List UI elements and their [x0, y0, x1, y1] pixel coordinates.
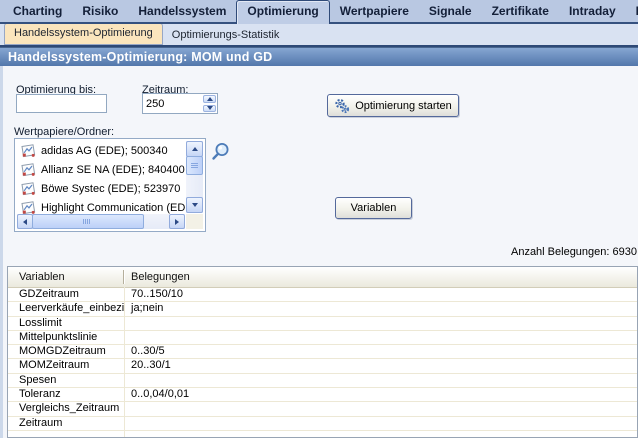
cell-variable: Vergleichs_Zeitraum	[8, 402, 124, 415]
table-row[interactable]: Mittelpunktslinie	[8, 331, 637, 345]
optimierung-bis-input[interactable]	[16, 94, 107, 113]
table-row[interactable]: GDZeitraum70..150/10	[8, 288, 637, 302]
tab-optimierung[interactable]: Optimierung	[236, 0, 329, 24]
list-item-label: Highlight Communication (EDE	[41, 202, 185, 214]
table-row[interactable]: Zeitraum	[8, 417, 637, 431]
optimierung-starten-label: Optimierung starten	[355, 100, 452, 112]
variablen-label: Variablen	[351, 202, 397, 214]
table-row[interactable]: Vergleichs_Zeitraum	[8, 402, 637, 416]
scroll-right-button[interactable]	[169, 214, 185, 229]
cell-variable: Mittelpunktslinie	[8, 331, 124, 344]
tab-intraday[interactable]: Intraday	[559, 0, 626, 22]
content-panel: Optimierung bis: Zeitraum: Optimierung s…	[0, 66, 638, 438]
main-tab-bar: Charting Risiko Handelssystem Optimierun…	[0, 0, 638, 24]
list-item-label: adidas AG (EDE); 500340	[41, 145, 168, 157]
wertpapiere-ordner-label: Wertpapiere/Ordner:	[14, 126, 114, 138]
spin-up-button[interactable]	[203, 95, 216, 103]
chart-icon	[21, 201, 36, 215]
cell-variable: MOMGDZeitraum	[8, 345, 124, 358]
cell-belegung[interactable]	[124, 417, 637, 430]
column-header-belegungen[interactable]: Belegungen	[124, 267, 637, 287]
table-row[interactable]: MOMGDZeitraum0..30/5	[8, 345, 637, 359]
cell-belegung[interactable]: 20..30/1	[124, 359, 637, 372]
subtab-optimierungs-statistik[interactable]: Optimierungs-Statistik	[163, 26, 289, 45]
tab-risiko[interactable]: Risiko	[72, 0, 128, 22]
vertical-scrollbar[interactable]	[186, 141, 203, 213]
cell-belegung[interactable]	[124, 317, 637, 330]
zeitraum-stepper	[142, 93, 218, 114]
cell-variable: GDZeitraum	[8, 288, 124, 301]
list-item[interactable]: adidas AG (EDE); 500340	[17, 141, 185, 160]
wertpapiere-listbox: adidas AG (EDE); 500340 Allianz SE NA (E…	[14, 138, 206, 232]
vertical-scroll-thumb[interactable]	[186, 156, 203, 175]
cell-belegung[interactable]: 70..150/10	[124, 288, 637, 301]
table-row[interactable]: Losslimit	[8, 317, 637, 331]
triangle-up-icon	[207, 97, 213, 101]
triangle-right-icon	[175, 219, 179, 225]
cell-variable: Toleranz	[8, 388, 124, 401]
horizontal-scrollbar[interactable]	[17, 214, 185, 229]
tab-handelssystem[interactable]: Handelssystem	[128, 0, 236, 22]
subtab-handelssystem-optimierung[interactable]: Handelssystem-Optimierung	[4, 23, 163, 45]
cell-variable: Leerverkäufe_einbeziehen	[8, 302, 124, 315]
anzahl-belegungen: Anzahl Belegungen: 6930	[511, 246, 637, 258]
cell-variable: Spesen	[8, 374, 124, 387]
list-item[interactable]: Highlight Communication (EDE	[17, 198, 185, 214]
cell-belegung[interactable]: 0..0,04/0,01	[124, 388, 637, 401]
scroll-left-button[interactable]	[17, 214, 33, 229]
app-window: Charting Risiko Handelssystem Optimierun…	[0, 0, 638, 438]
anzahl-belegungen-value: 6930	[613, 246, 637, 258]
triangle-down-icon	[192, 203, 198, 207]
tab-signale[interactable]: Signale	[419, 0, 482, 22]
sub-tab-bar: Handelssystem-Optimierung Optimierungs-S…	[0, 24, 638, 47]
list-item[interactable]: Böwe Systec (EDE); 523970	[17, 179, 185, 198]
cell-variable: Losslimit	[8, 317, 124, 330]
list-item-label: Allianz SE NA (EDE); 840400	[41, 164, 185, 176]
tab-wertpapiere[interactable]: Wertpapiere	[330, 0, 419, 22]
page-title: Handelssystem-Optimierung: MOM und GD	[0, 47, 638, 66]
list-item[interactable]: Allianz SE NA (EDE); 840400	[17, 160, 185, 179]
horizontal-scroll-thumb[interactable]	[32, 214, 144, 229]
cell-variable: Zeitraum	[8, 417, 124, 430]
variablen-button[interactable]: Variablen	[335, 197, 412, 219]
table-row[interactable]: MOMZeitraum20..30/1	[8, 359, 637, 373]
triangle-left-icon	[23, 219, 27, 225]
listbox-items: adidas AG (EDE); 500340 Allianz SE NA (E…	[17, 141, 185, 214]
variablen-table: Variablen Belegungen GDZeitraum70..150/1…	[7, 266, 638, 438]
search-icon[interactable]	[209, 141, 231, 165]
cell-belegung[interactable]: ja;nein	[124, 302, 637, 315]
chart-icon	[21, 163, 36, 177]
chart-icon	[21, 182, 36, 196]
optimierung-starten-button[interactable]: Optimierung starten	[327, 94, 459, 117]
table-row[interactable]: Leerverkäufe_einbeziehenja;nein	[8, 302, 637, 316]
tab-zertifikate[interactable]: Zertifikate	[482, 0, 559, 22]
tab-charting[interactable]: Charting	[3, 0, 72, 22]
cell-belegung[interactable]	[124, 331, 637, 344]
table-row[interactable]: Toleranz0..0,04/0,01	[8, 388, 637, 402]
cell-variable: MOMZeitraum	[8, 359, 124, 372]
column-header-variablen[interactable]: Variablen	[8, 267, 124, 287]
table-header: Variablen Belegungen	[8, 267, 637, 288]
chart-icon	[21, 144, 36, 158]
cell-belegung[interactable]	[124, 402, 637, 415]
gears-icon	[334, 98, 350, 114]
scroll-down-button[interactable]	[186, 197, 203, 213]
zeitraum-input[interactable]	[143, 94, 202, 113]
triangle-down-icon	[207, 106, 213, 110]
scrollbar-corner	[186, 214, 203, 229]
anzahl-belegungen-label: Anzahl Belegungen:	[511, 246, 609, 258]
triangle-up-icon	[192, 147, 198, 151]
column-divider	[124, 287, 125, 437]
panel-left-edge	[0, 66, 3, 438]
cell-belegung[interactable]: 0..30/5	[124, 345, 637, 358]
table-row[interactable]: Spesen	[8, 374, 637, 388]
spin-down-button[interactable]	[203, 105, 216, 113]
tab-derivate[interactable]: Derivate	[626, 0, 638, 22]
list-item-label: Böwe Systec (EDE); 523970	[41, 183, 180, 195]
scroll-up-button[interactable]	[186, 141, 203, 157]
cell-belegung[interactable]	[124, 374, 637, 387]
